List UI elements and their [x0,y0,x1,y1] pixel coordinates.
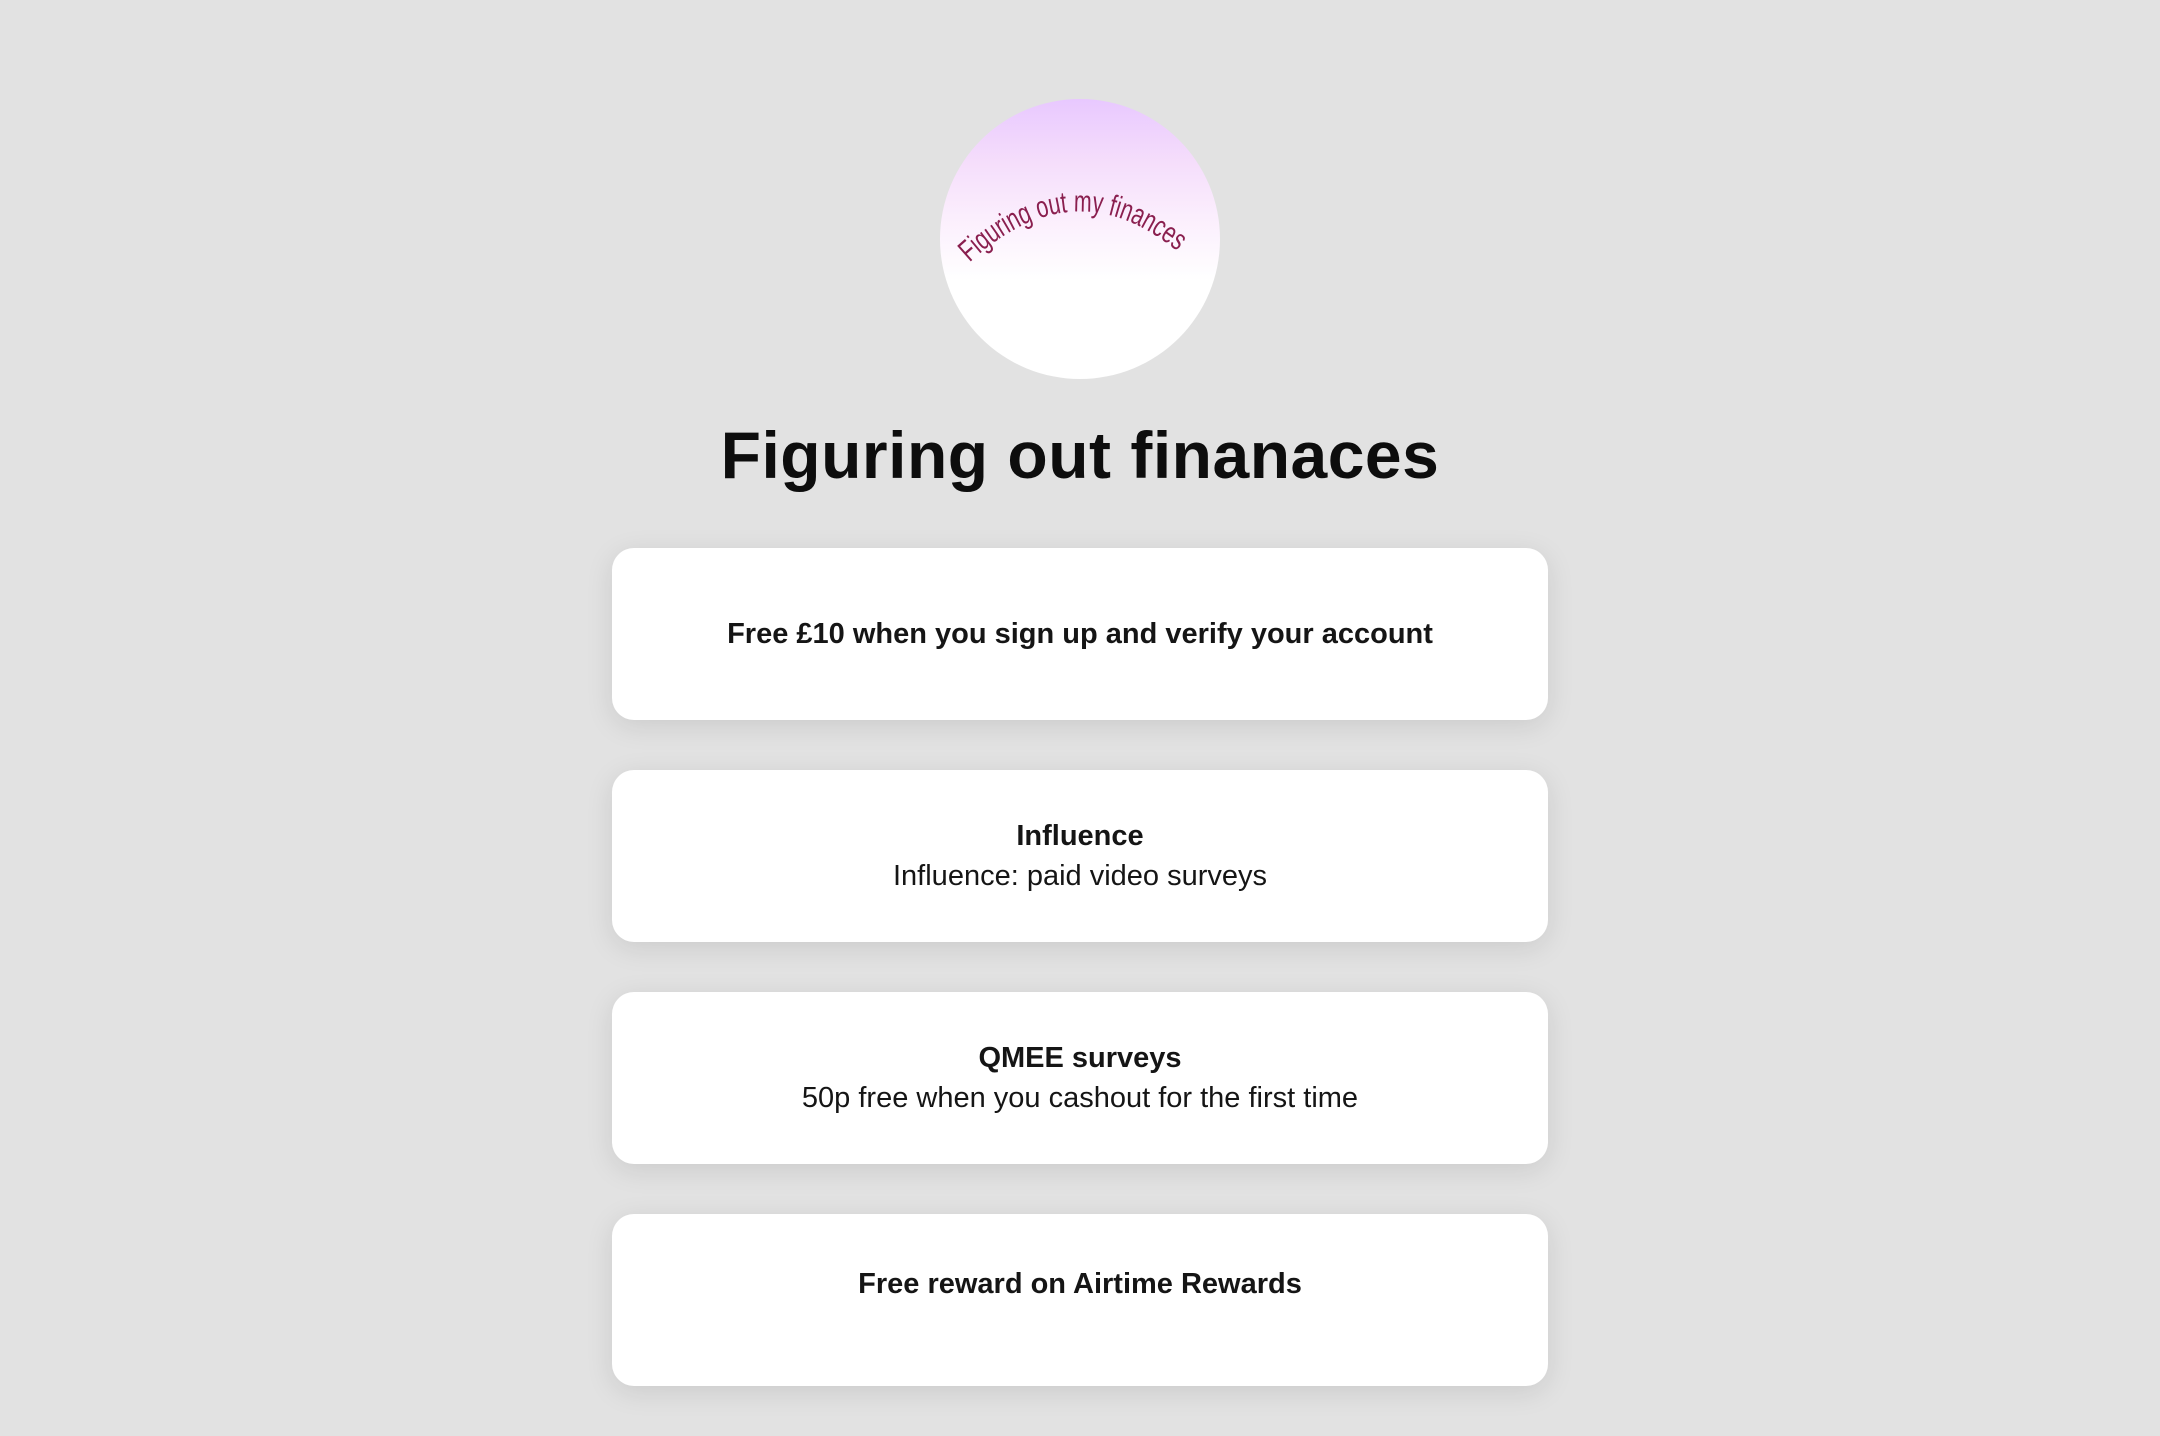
link-description: Influence: paid video surveys [893,860,1267,892]
link-list: Free £10 when you sign up and verify you… [612,548,1548,1436]
link-card-qmee[interactable]: QMEE surveys 50p free when you cashout f… [612,992,1548,1164]
link-title: Influence [1016,820,1144,852]
avatar-logo-text: Figuring out my finances [952,185,1193,267]
link-card-influence[interactable]: Influence Influence: paid video surveys [612,770,1548,942]
link-title: Free reward on Airtime Rewards [858,1268,1302,1300]
link-card-airtime-rewards[interactable]: Free reward on Airtime Rewards [612,1214,1548,1386]
link-title: QMEE surveys [978,1042,1182,1074]
profile-page: Figuring out my finances Figuring out fi… [0,0,2160,1386]
link-description: 50p free when you cashout for the first … [801,1082,1359,1114]
avatar: Figuring out my finances [940,99,1220,379]
svg-text:Figuring out my finances: Figuring out my finances [952,185,1193,267]
page-title: Figuring out finanaces [720,418,1440,492]
link-card-signup-bonus[interactable]: Free £10 when you sign up and verify you… [612,548,1548,720]
link-title: Free £10 when you sign up and verify you… [727,618,1433,650]
